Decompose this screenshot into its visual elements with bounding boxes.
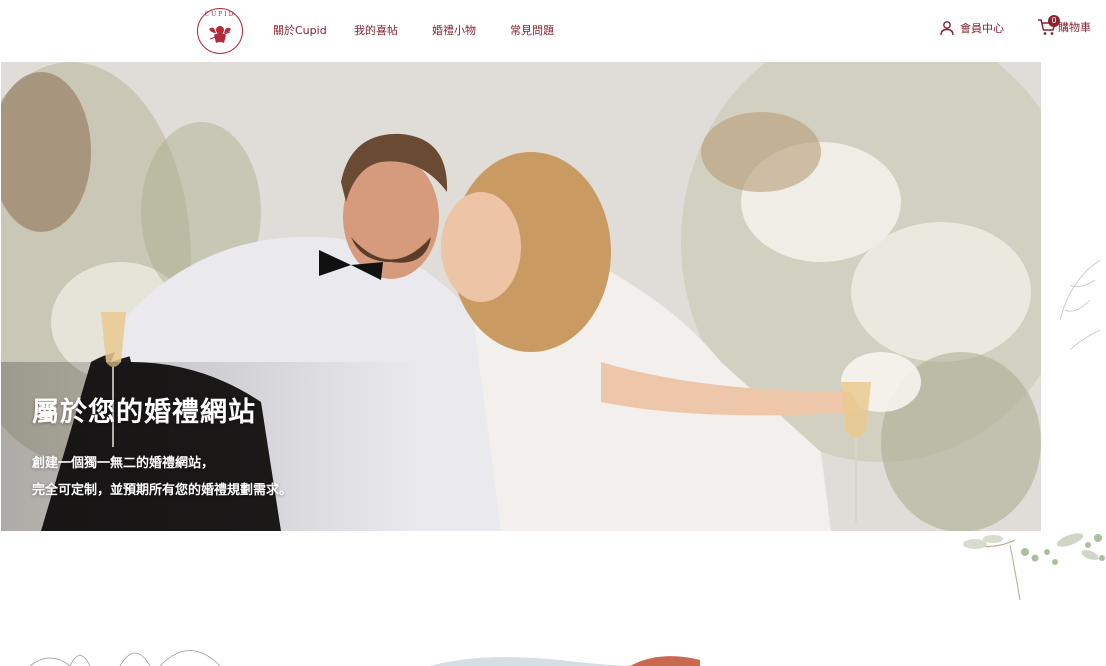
hero-subtitle-line2: 完全可定制，並預期所有您的婚禮規劃需求。 <box>32 483 293 498</box>
hero-subtitle: 創建一個獨一無二的婚禮網站， 完全可定制，並預期所有您的婚禮規劃需求。 <box>32 450 292 504</box>
hero-subtitle-line1: 創建一個獨一無二的婚禮網站， <box>32 456 215 471</box>
member-center-link[interactable]: 會員中心 <box>939 20 1004 36</box>
cart-label: 購物車 <box>1058 21 1091 34</box>
logo-text: CUPID <box>204 11 236 18</box>
cupid-logo-icon <box>209 26 231 43</box>
cart-link[interactable]: 0 購物車 <box>1037 15 1091 37</box>
site-header: CUPID 關於Cupid 我的喜帖 婚禮小物 常見問題 會員中心 0 購物車 <box>0 0 1106 62</box>
nav-about-cupid[interactable]: 關於Cupid <box>273 22 327 38</box>
botanical-decoration-sprig <box>963 535 1058 601</box>
bottom-decoration <box>29 650 700 666</box>
nav-my-invitations[interactable]: 我的喜帖 <box>354 22 398 38</box>
nav-faq[interactable]: 常見問題 <box>510 22 554 38</box>
hero-banner: 屬於您的婚禮網站 創建一個獨一無二的婚禮網站， 完全可定制，並預期所有您的婚禮規… <box>1 62 1041 531</box>
cart-count-badge: 0 <box>1048 15 1060 27</box>
member-center-label: 會員中心 <box>960 22 1004 35</box>
cupid-logo[interactable]: CUPID <box>197 8 243 54</box>
user-icon <box>940 21 954 36</box>
nav-wedding-favors[interactable]: 婚禮小物 <box>432 22 476 38</box>
hero-title: 屬於您的婚禮網站 <box>32 397 256 428</box>
